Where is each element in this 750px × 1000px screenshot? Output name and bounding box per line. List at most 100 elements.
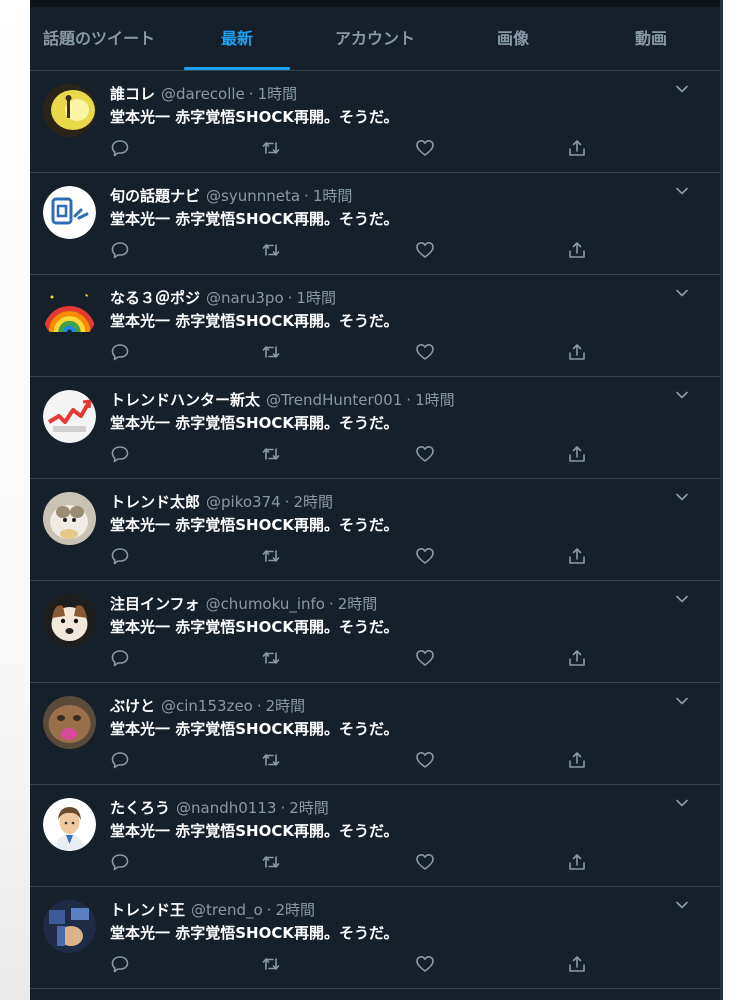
retweet-icon[interactable] <box>261 444 281 464</box>
tab-videos[interactable]: 動画 <box>582 7 720 70</box>
tweet-item[interactable]: 旬の話題ナビ @syunnneta · 1時間 堂本光一 赤字覚悟SHOCK再開。そう… <box>30 173 720 275</box>
retweet-icon[interactable] <box>261 240 281 260</box>
user-handle[interactable]: @syunnneta <box>206 187 300 205</box>
tweet-text: 堂本光一 赤字覚悟SHOCK再開。そうだ。 <box>110 210 399 228</box>
like-icon[interactable] <box>415 954 435 974</box>
share-icon[interactable] <box>567 342 587 362</box>
tweet-item[interactable]: 誰コレ @darecolle · 1時間 堂本光一 赤字覚悟SHOCK再開。そうだ。 <box>30 71 720 173</box>
reply-icon[interactable] <box>110 750 130 770</box>
user-handle[interactable]: @naru3po <box>206 289 284 307</box>
avatar[interactable] <box>43 390 96 443</box>
reply-icon[interactable] <box>110 852 130 872</box>
share-icon[interactable] <box>567 750 587 770</box>
tweet-header: トレンドハンター新太 @TrendHunter001 · 1時間 <box>110 390 660 410</box>
avatar[interactable] <box>43 288 96 341</box>
avatar[interactable] <box>43 900 96 953</box>
user-handle[interactable]: @trend_o <box>191 901 263 919</box>
tweet-item[interactable]: 注目インフォ @chumoku_info · 2時間 堂本光一 赤字覚悟SHOCK再開… <box>30 581 720 683</box>
avatar[interactable] <box>43 594 96 647</box>
display-name[interactable]: 注目インフォ <box>110 595 200 613</box>
reply-icon[interactable] <box>110 342 130 362</box>
avatar[interactable] <box>43 492 96 545</box>
top-bar <box>30 0 720 7</box>
tweet-item[interactable]: たくろう @nandh0113 · 2時間 堂本光一 赤字覚悟SHOCK再開。そうだ。 <box>30 785 720 887</box>
retweet-icon[interactable] <box>261 954 281 974</box>
chevron-down-icon[interactable] <box>674 183 690 199</box>
display-name[interactable]: トレンド太郎 <box>110 493 200 511</box>
reply-icon[interactable] <box>110 138 130 158</box>
user-handle[interactable]: @cin153zeo <box>161 697 253 715</box>
timestamp[interactable]: 1時間 <box>296 289 336 307</box>
share-icon[interactable] <box>567 648 587 668</box>
display-name[interactable]: 誰コレ <box>110 85 155 103</box>
retweet-icon[interactable] <box>261 342 281 362</box>
share-icon[interactable] <box>567 240 587 260</box>
retweet-icon[interactable] <box>261 750 281 770</box>
like-icon[interactable] <box>415 852 435 872</box>
display-name[interactable]: ぶけと <box>110 697 155 715</box>
timestamp[interactable]: 2時間 <box>338 595 378 613</box>
tweet-item[interactable]: ぶけと @cin153zeo · 2時間 堂本光一 赤字覚悟SHOCK再開。そうだ。 <box>30 683 720 785</box>
like-icon[interactable] <box>415 138 435 158</box>
like-icon[interactable] <box>415 648 435 668</box>
share-icon[interactable] <box>567 444 587 464</box>
like-icon[interactable] <box>415 750 435 770</box>
chevron-down-icon[interactable] <box>674 795 690 811</box>
display-name[interactable]: トレンド王 <box>110 901 185 919</box>
like-icon[interactable] <box>415 240 435 260</box>
reply-icon[interactable] <box>110 546 130 566</box>
tab-accounts[interactable]: アカウント <box>306 7 444 70</box>
reply-icon[interactable] <box>110 954 130 974</box>
retweet-icon[interactable] <box>261 546 281 566</box>
reply-icon[interactable] <box>110 444 130 464</box>
tweet-item[interactable]: トレンドハンター新太 @TrendHunter001 · 1時間 堂本光一 赤字覚悟S… <box>30 377 720 479</box>
chevron-down-icon[interactable] <box>674 81 690 97</box>
display-name[interactable]: なる３＠ポジ <box>110 289 200 307</box>
chevron-down-icon[interactable] <box>674 387 690 403</box>
tweet-item[interactable]: トレンド王 @trend_o · 2時間 堂本光一 赤字覚悟SHOCK再開。そうだ。 <box>30 887 720 989</box>
tab-top-tweets[interactable]: 話題のツイート <box>30 7 168 70</box>
tweet-header: トレンド王 @trend_o · 2時間 <box>110 900 660 920</box>
tweet-item[interactable]: トレンド太郎 @piko374 · 2時間 堂本光一 赤字覚悟SHOCK再開。そうだ。 <box>30 479 720 581</box>
user-handle[interactable]: @piko374 <box>206 493 281 511</box>
timestamp[interactable]: 1時間 <box>258 85 298 103</box>
chevron-down-icon[interactable] <box>674 489 690 505</box>
avatar[interactable] <box>43 696 96 749</box>
chevron-down-icon[interactable] <box>674 591 690 607</box>
retweet-icon[interactable] <box>261 852 281 872</box>
user-handle[interactable]: @TrendHunter001 <box>266 391 402 409</box>
avatar[interactable] <box>43 186 96 239</box>
retweet-icon[interactable] <box>261 648 281 668</box>
reply-icon[interactable] <box>110 648 130 668</box>
share-icon[interactable] <box>567 954 587 974</box>
chevron-down-icon[interactable] <box>674 285 690 301</box>
timestamp[interactable]: 1時間 <box>313 187 353 205</box>
chevron-down-icon[interactable] <box>674 897 690 913</box>
like-icon[interactable] <box>415 546 435 566</box>
retweet-icon[interactable] <box>261 138 281 158</box>
timestamp[interactable]: 1時間 <box>415 391 455 409</box>
timestamp[interactable]: 2時間 <box>275 901 315 919</box>
tab-images[interactable]: 画像 <box>444 7 582 70</box>
timestamp[interactable]: 2時間 <box>293 493 333 511</box>
display-name[interactable]: トレンドハンター新太 <box>110 391 260 409</box>
avatar[interactable] <box>43 84 96 137</box>
share-icon[interactable] <box>567 138 587 158</box>
display-name[interactable]: たくろう <box>110 799 170 817</box>
tweet-item[interactable]: なる３＠ポジ @naru3po · 1時間 堂本光一 赤字覚悟SHOCK再開。そうだ。 <box>30 275 720 377</box>
user-handle[interactable]: @darecolle <box>161 85 245 103</box>
chevron-down-icon[interactable] <box>674 693 690 709</box>
like-icon[interactable] <box>415 444 435 464</box>
user-handle[interactable]: @chumoku_info <box>206 595 325 613</box>
avatar[interactable] <box>43 798 96 851</box>
display-name[interactable]: 旬の話題ナビ <box>110 187 200 205</box>
reply-icon[interactable] <box>110 240 130 260</box>
user-handle[interactable]: @nandh0113 <box>176 799 276 817</box>
tab-latest[interactable]: 最新 <box>168 7 306 70</box>
timestamp[interactable]: 2時間 <box>266 697 306 715</box>
like-icon[interactable] <box>415 342 435 362</box>
tweet-header: 注目インフォ @chumoku_info · 2時間 <box>110 594 660 614</box>
share-icon[interactable] <box>567 852 587 872</box>
share-icon[interactable] <box>567 546 587 566</box>
timestamp[interactable]: 2時間 <box>289 799 329 817</box>
